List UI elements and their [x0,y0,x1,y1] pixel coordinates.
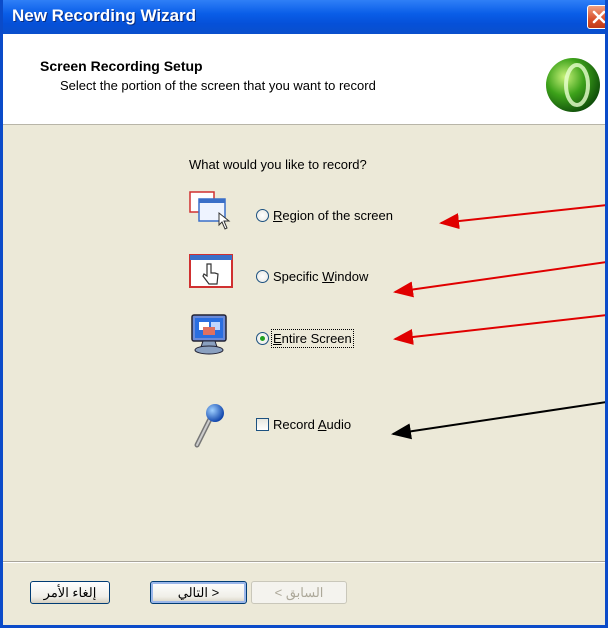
arrow-to-record-audio [391,401,605,440]
wizard-window: New Recording Wizard Screen Recording Se… [0,0,608,628]
next-button[interactable]: التالي > [150,581,247,604]
footer-divider [3,561,605,563]
annotation-arrows [391,204,605,440]
back-button[interactable]: < السابق [251,581,347,604]
arrow-to-region [439,204,605,230]
arrow-to-window [393,261,605,298]
cancel-button[interactable]: إلغاء الأمر [30,581,110,604]
arrow-to-entire-screen [393,314,605,345]
